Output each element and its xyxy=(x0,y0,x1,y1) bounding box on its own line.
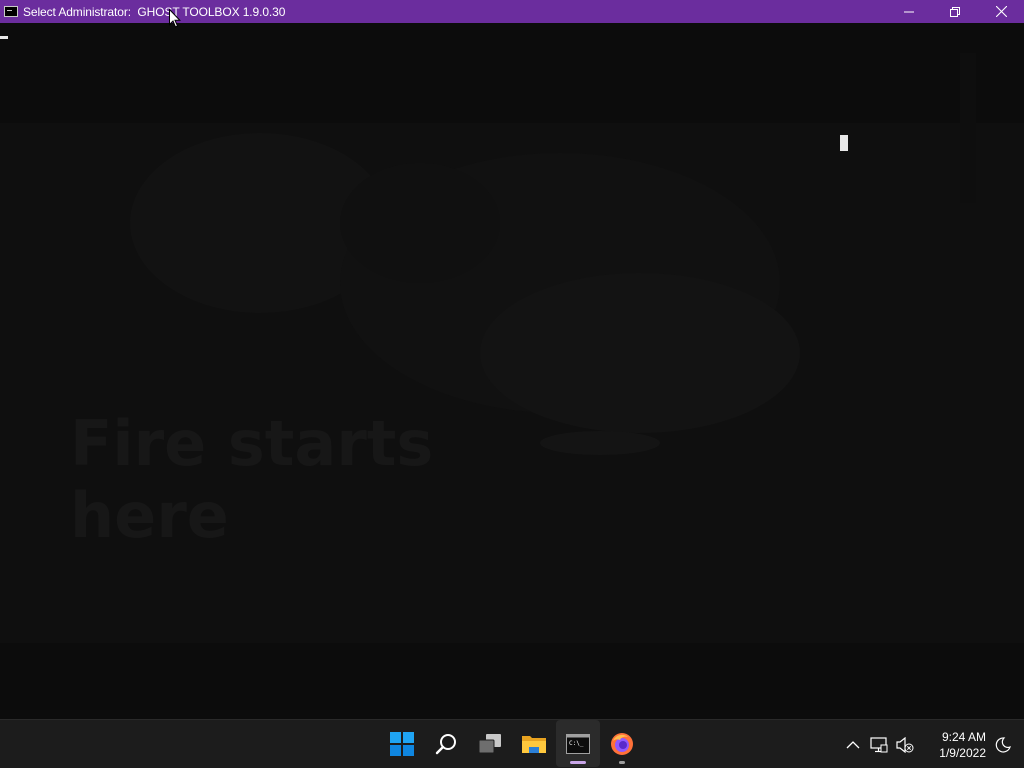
firefox-button[interactable] xyxy=(600,720,644,767)
taskbar: C:\_ 9:24 AM 1/9/2022 xyxy=(0,719,1024,768)
search-icon xyxy=(435,733,456,754)
mouse-pointer-icon xyxy=(169,9,181,28)
taskbar-apps: C:\_ xyxy=(380,720,644,768)
watermark-line-2: here xyxy=(70,479,229,552)
window-title-bar[interactable]: Select Administrator: GHOST TOOLBOX 1.9.… xyxy=(0,0,1024,23)
show-hidden-icons-button[interactable] xyxy=(840,730,866,760)
folder-icon xyxy=(522,735,546,753)
file-explorer-button[interactable] xyxy=(512,720,556,767)
watermark-heading: Fire starts here xyxy=(70,408,433,552)
clock-date: 1/9/2022 xyxy=(939,745,986,760)
volume-muted-icon xyxy=(896,736,914,753)
clock[interactable]: 9:24 AM 1/9/2022 xyxy=(924,729,986,761)
focus-assist-button[interactable] xyxy=(990,730,1016,760)
focus-assist-icon xyxy=(995,736,1011,753)
desktop: Select Administrator: GHOST TOOLBOX 1.9.… xyxy=(0,0,1024,768)
watermark-line-1: Fire starts xyxy=(70,407,434,480)
console-background-image xyxy=(0,23,1024,719)
task-view-button[interactable] xyxy=(468,720,512,767)
network-button[interactable] xyxy=(866,730,892,760)
text-cursor xyxy=(0,36,8,39)
close-button[interactable] xyxy=(978,0,1024,23)
window-controls xyxy=(886,0,1024,23)
block-cursor xyxy=(840,135,848,151)
restore-icon xyxy=(950,6,960,17)
restore-button[interactable] xyxy=(932,0,978,23)
console-app-icon[interactable] xyxy=(4,6,18,17)
firefox-icon xyxy=(611,732,633,755)
volume-button[interactable] xyxy=(892,730,918,760)
task-view-icon xyxy=(478,733,501,753)
start-button[interactable] xyxy=(380,720,424,767)
command-prompt-button[interactable]: C:\_ xyxy=(556,720,600,767)
windows-logo-icon xyxy=(390,731,414,756)
search-button[interactable] xyxy=(424,720,468,767)
clock-time: 9:24 AM xyxy=(941,729,986,744)
chevron-up-icon xyxy=(846,740,860,748)
console-area[interactable]: Fire starts here xyxy=(0,23,1024,719)
terminal-icon: C:\_ xyxy=(566,733,590,754)
minimize-icon xyxy=(904,11,914,12)
running-indicator xyxy=(619,761,625,764)
active-indicator xyxy=(570,761,586,764)
minimize-button[interactable] xyxy=(886,0,932,23)
svg-text:C:\_: C:\_ xyxy=(569,740,584,747)
system-tray: 9:24 AM 1/9/2022 xyxy=(840,720,1024,768)
window-title: Select Administrator: GHOST TOOLBOX 1.9.… xyxy=(23,4,286,19)
network-icon xyxy=(870,736,888,752)
close-icon xyxy=(995,6,1007,17)
